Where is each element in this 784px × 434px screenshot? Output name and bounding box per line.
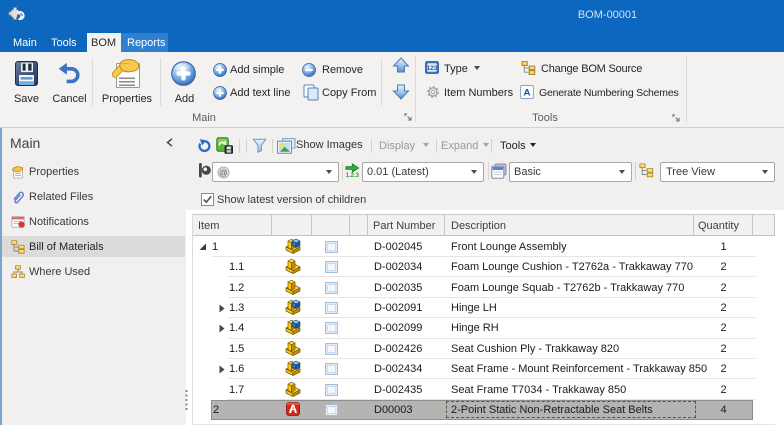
- svg-text:1.2.3: 1.2.3: [346, 173, 360, 178]
- svg-text:123: 123: [427, 65, 438, 72]
- svg-text:A: A: [524, 88, 531, 99]
- svg-text:@: @: [219, 167, 228, 177]
